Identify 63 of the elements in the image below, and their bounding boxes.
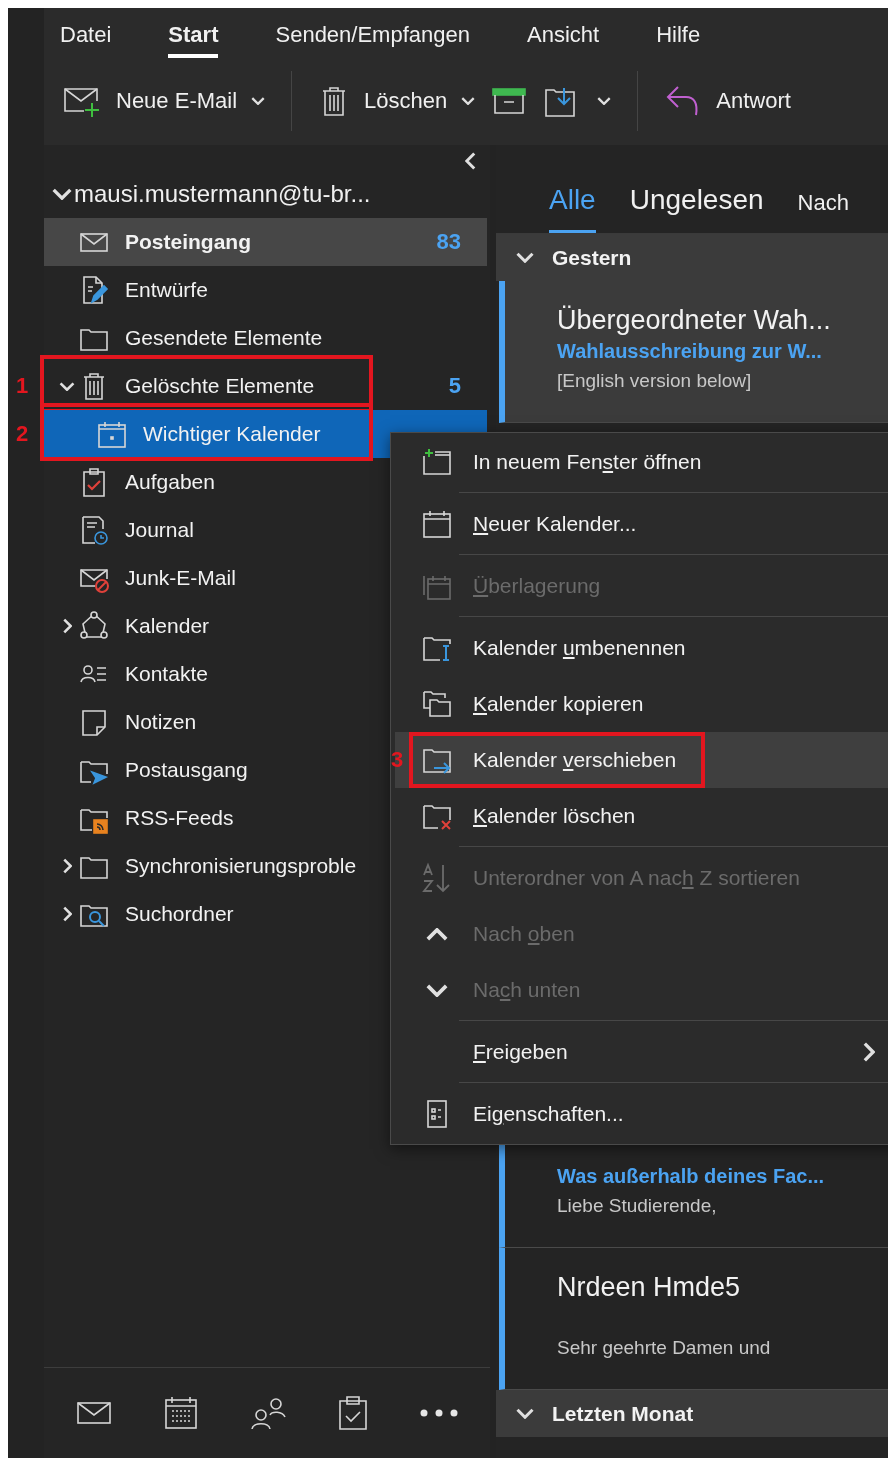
reply-button[interactable]: Antwort: [658, 79, 797, 123]
menu-item[interactable]: Kalender kopieren: [395, 676, 888, 732]
message-preview: Sehr geehrte Damen und: [557, 1337, 772, 1359]
calendar-icon: [163, 1395, 199, 1431]
calendar-nav-button[interactable]: [163, 1395, 199, 1431]
archive-box-icon: [491, 85, 528, 117]
sort-az-icon: [421, 862, 453, 894]
clipboard-check-icon: [337, 1395, 369, 1431]
message-item[interactable]: Übergeordneter Wah... Wahlausschreibung zur W... [English version below]: [499, 281, 888, 423]
ribbon-tab[interactable]: Senden/Empfangen: [275, 22, 470, 58]
folder-item[interactable]: Gelöschte Elemente 5: [44, 362, 487, 410]
message-sender: Nrdeen Hmde5: [557, 1272, 742, 1304]
people-nav-button[interactable]: [249, 1395, 287, 1431]
more-button[interactable]: [419, 1409, 459, 1417]
chevron-down-icon: [52, 188, 72, 200]
window-plus-icon: [421, 446, 453, 478]
folder-item[interactable]: Posteingang 83: [44, 218, 487, 266]
folder-copy-icon: [421, 688, 453, 720]
chevron-right-icon: [863, 1042, 875, 1062]
menu-item[interactable]: Kalender löschen: [395, 788, 888, 844]
filter-tab[interactable]: Ungelesen: [629, 184, 764, 233]
calendar-icon: [421, 508, 453, 540]
filter-tab[interactable]: Nach: [797, 190, 849, 233]
chevron-down-icon: [516, 252, 534, 263]
chevron-right-icon: [62, 858, 72, 874]
unread-count: 83: [436, 229, 461, 255]
annotation-number: 2: [16, 421, 29, 447]
caret-icon: [597, 97, 612, 105]
collapse-icon: [465, 152, 476, 170]
group-header[interactable]: Gestern: [496, 234, 888, 281]
menu-item[interactable]: Kalender umbenennen: [395, 620, 888, 676]
caret-icon: [251, 97, 266, 105]
message-preview: Liebe Studierende,: [557, 1195, 718, 1217]
network-icon: [78, 610, 110, 642]
people-icon: [249, 1395, 287, 1431]
message-item[interactable]: Nrdeen Hmde5 Sehr geehrte Damen und: [499, 1248, 888, 1390]
chevron-right-icon: [62, 618, 72, 634]
more-icon: [419, 1409, 459, 1417]
message-sender: Übergeordneter Wah...: [557, 305, 832, 337]
chevron-right-icon: [62, 906, 72, 922]
ribbon-tab[interactable]: Ansicht: [527, 22, 600, 58]
tasks-nav-button[interactable]: [337, 1395, 369, 1431]
chevron-down-icon: [516, 1408, 534, 1419]
group-header[interactable]: Letzten Monat: [496, 1390, 888, 1437]
chevron-down-icon: [59, 381, 75, 391]
folder-item[interactable]: Gesendete Elemente: [44, 314, 487, 362]
folder-item[interactable]: Entwürfe: [44, 266, 487, 314]
ribbon-tab[interactable]: Start: [168, 22, 219, 58]
annotation-number: 1: [16, 373, 29, 399]
chevron-up-icon: [426, 927, 448, 941]
unread-count: 5: [448, 373, 461, 399]
menu-item[interactable]: Freigeben: [395, 1024, 888, 1080]
new-mail-button[interactable]: Neue E-Mail: [56, 79, 272, 123]
ribbon-tab[interactable]: Datei: [60, 22, 112, 58]
message-subject: Was außerhalb deines Fac...: [557, 1165, 826, 1189]
ribbon-tab[interactable]: Hilfe: [656, 22, 701, 58]
message-preview: [English version below]: [557, 370, 753, 392]
account-item[interactable]: mausi.mustermann@tu-br...: [44, 170, 490, 218]
menu-item[interactable]: Neuer Kalender...: [395, 496, 888, 552]
chevron-down-icon: [426, 983, 448, 997]
message-subject: Wahlausschreibung zur W...: [557, 340, 823, 364]
caret-icon: [461, 97, 476, 105]
delete-button[interactable]: Löschen: [312, 81, 482, 121]
